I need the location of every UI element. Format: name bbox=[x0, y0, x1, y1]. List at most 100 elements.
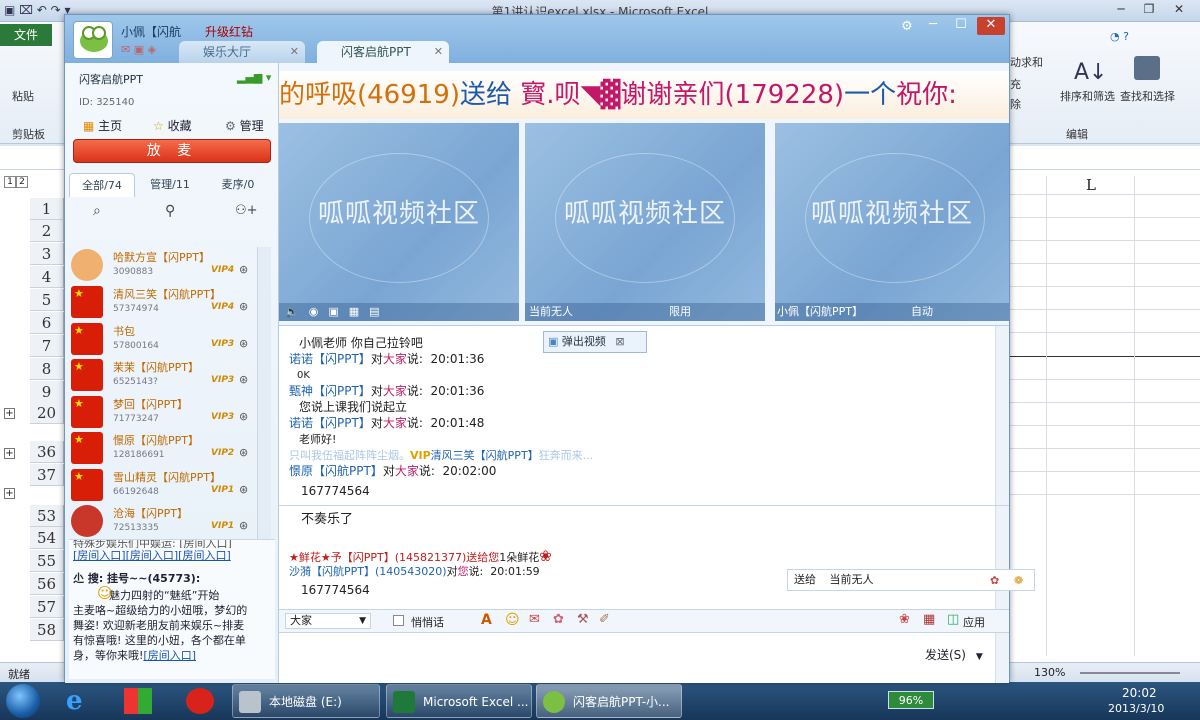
emoji-icon[interactable]: ☺ bbox=[505, 612, 520, 628]
row-header[interactable]: 56 bbox=[30, 573, 64, 595]
ie-icon[interactable]: e bbox=[66, 686, 83, 716]
popup-video-button[interactable]: ▣ 弹出视频 ⊠ bbox=[543, 331, 647, 353]
row-header[interactable]: 55 bbox=[30, 550, 64, 572]
chat-sender[interactable]: 清风三笑【闪航PPT】 bbox=[431, 449, 539, 462]
chat-sender[interactable]: 诺诺【闪PPT】 bbox=[289, 416, 371, 430]
chat-target[interactable]: 大家 bbox=[395, 464, 419, 478]
gift-box-icon[interactable]: ❁ bbox=[1014, 571, 1023, 591]
file-tab[interactable]: 文件 bbox=[0, 24, 52, 46]
chat-target[interactable]: 大家 bbox=[383, 416, 407, 430]
tab-admins[interactable]: 管理/11 bbox=[137, 173, 203, 197]
quick-access-toolbar[interactable]: ▣ ⌧ ↶ ↷ ▾ bbox=[4, 3, 71, 17]
paste-label[interactable]: 粘贴 bbox=[12, 88, 34, 104]
message-input[interactable] bbox=[279, 633, 1009, 683]
row-header[interactable]: 1 bbox=[30, 198, 64, 220]
row-header[interactable]: 8 bbox=[30, 358, 64, 380]
send-gift-target[interactable]: 送给 当前无人 ✿ ❁ bbox=[787, 569, 1035, 591]
taskbar-item-qq[interactable]: 闪客启航PPT-小... bbox=[536, 684, 682, 718]
list-item[interactable]: 书包57800164VIP3⊛ bbox=[71, 321, 261, 357]
tab-qihang-ppt[interactable]: 闪客启航PPT ✕ bbox=[317, 41, 449, 63]
find-select-button[interactable]: 查找和选择 bbox=[1120, 88, 1175, 104]
apps-label[interactable]: 应用 bbox=[963, 614, 985, 630]
search-icon[interactable]: ⌕ bbox=[93, 203, 101, 219]
row-header[interactable]: 36 bbox=[30, 441, 64, 463]
list-item[interactable]: 雪山精灵【闪航PPT】66192648VIP1⊛ bbox=[71, 467, 261, 503]
expand-group-icon[interactable]: + bbox=[4, 408, 15, 419]
list-item[interactable]: 清风三笑【闪航PPT】57374974VIP4⊛ bbox=[71, 284, 261, 320]
nav-favorite[interactable]: ☆ 收藏 bbox=[153, 117, 192, 134]
flower-icon[interactable]: ✿ bbox=[553, 612, 564, 627]
location-icon[interactable]: ⚲ bbox=[165, 203, 175, 219]
qq-maximize-button[interactable]: ☐ bbox=[949, 17, 973, 35]
user-nickname[interactable]: 小佩【闪航 bbox=[121, 23, 181, 40]
taskbar-item-disk[interactable]: 本地磁盘 (E:) bbox=[232, 684, 380, 718]
clear-label[interactable]: 除 bbox=[1010, 96, 1021, 112]
room-link[interactable]: [房间入口] bbox=[143, 649, 196, 662]
row-header[interactable]: 3 bbox=[30, 243, 64, 265]
font-icon[interactable]: A bbox=[481, 612, 492, 628]
speaker-icon[interactable]: 🔈 bbox=[285, 305, 299, 318]
row-header[interactable]: 4 bbox=[30, 266, 64, 288]
outline-level-1[interactable]: 1 bbox=[4, 176, 16, 188]
release-mic-button[interactable]: 放 麦 bbox=[73, 139, 271, 163]
chat-target[interactable]: 大家 bbox=[383, 352, 407, 366]
status-icons[interactable]: ✉ ▣ ◈ bbox=[121, 43, 156, 56]
row-header[interactable]: 9 bbox=[30, 381, 64, 403]
send-button[interactable]: 发送(S) ▼ bbox=[925, 645, 985, 665]
add-user-icon[interactable]: ⚇+ bbox=[235, 203, 258, 218]
chevron-down-icon[interactable]: ▼ bbox=[976, 652, 983, 662]
send-to-value[interactable]: 当前无人 bbox=[830, 573, 874, 586]
record-icon[interactable]: ▦ bbox=[349, 305, 359, 318]
autosum-label[interactable]: 动求和 bbox=[1010, 54, 1043, 70]
video-panel[interactable]: 呱呱视频社区 当前无人 限用 bbox=[525, 123, 765, 321]
input-scrollbar[interactable] bbox=[995, 633, 1009, 683]
user-avatar[interactable] bbox=[73, 21, 113, 59]
restore-button[interactable]: ❐ bbox=[1136, 2, 1162, 18]
upgrade-link[interactable]: 升级红钻 bbox=[205, 23, 253, 40]
battery-indicator[interactable]: 96% bbox=[888, 691, 934, 709]
close-button[interactable]: ✕ bbox=[1166, 2, 1192, 18]
chat-sender[interactable]: 诺诺【闪PPT】 bbox=[289, 352, 371, 366]
row-header[interactable]: 58 bbox=[30, 619, 64, 641]
gift-icon[interactable]: ✿ bbox=[990, 571, 999, 591]
help-icon[interactable]: ◔ ? bbox=[1110, 30, 1129, 43]
taskbar-item-excel[interactable]: Microsoft Excel ... bbox=[386, 684, 532, 718]
app-icon[interactable] bbox=[186, 688, 214, 714]
list-item[interactable]: 茉茉【闪航PPT】6525143?VIP3⊛ bbox=[71, 357, 261, 393]
gift-sender[interactable]: ★鲜花★予【闪PPT】(145821377) bbox=[289, 551, 466, 564]
video-controls[interactable]: 🔈 ◉ ▣ ▦ ▤ bbox=[279, 303, 519, 321]
qq-close-button[interactable]: ✕ bbox=[977, 17, 1005, 35]
close-tab-icon[interactable]: ✕ bbox=[434, 41, 443, 63]
video-panel[interactable]: 呱呱视频社区 🔈 ◉ ▣ ▦ ▤ bbox=[279, 123, 519, 321]
nav-manage[interactable]: ⚙ 管理 bbox=[225, 117, 264, 134]
video-panel[interactable]: 呱呱视频社区 小佩【闪航PPT】 自动 bbox=[775, 123, 1009, 321]
private-chat-scrollbar[interactable] bbox=[995, 506, 1009, 610]
row-header[interactable]: 5 bbox=[30, 289, 64, 311]
column-header-L[interactable]: L bbox=[1086, 176, 1096, 194]
camera-icon[interactable]: ◉ bbox=[309, 305, 319, 318]
row-header[interactable]: 54 bbox=[30, 527, 64, 549]
chat-sender[interactable]: 沙漪【闪航PPT】(140543020) bbox=[289, 565, 447, 578]
clock-date[interactable]: 2013/3/10 bbox=[1108, 702, 1164, 715]
apps-icon[interactable]: ◫ bbox=[947, 612, 959, 627]
row-header[interactable]: 37 bbox=[30, 464, 64, 486]
settings-icon[interactable]: ⚙ bbox=[901, 19, 913, 34]
outline-level-2[interactable]: 2 bbox=[16, 176, 28, 188]
room-links[interactable]: [房间入口][房间入口][房间入口] bbox=[73, 548, 275, 563]
row-header[interactable]: 7 bbox=[30, 335, 64, 357]
row-header[interactable]: 20 bbox=[30, 402, 64, 424]
sort-filter-button[interactable]: 排序和筛选 bbox=[1060, 88, 1115, 104]
chat-sender[interactable]: 甄神【闪PPT】 bbox=[289, 384, 371, 398]
expand-group-icon[interactable]: + bbox=[4, 448, 15, 459]
list-item[interactable]: 憬原【闪航PPT】128186691VIP2⊛ bbox=[71, 430, 261, 466]
hammer-icon[interactable]: ⚒ bbox=[577, 612, 589, 627]
expand-group-icon[interactable]: + bbox=[4, 488, 15, 499]
gift-icon[interactable]: ✉ bbox=[529, 612, 540, 627]
office-icon[interactable] bbox=[124, 688, 152, 714]
window-icon[interactable]: ▣ bbox=[328, 305, 338, 318]
zoom-level[interactable]: 130% bbox=[1034, 666, 1065, 679]
row-header[interactable]: 2 bbox=[30, 220, 64, 242]
qq-minimize-button[interactable]: ─ bbox=[921, 17, 945, 35]
tab-all-members[interactable]: 全部/74 bbox=[69, 173, 135, 197]
flower-icon[interactable]: ❀ bbox=[899, 612, 910, 627]
